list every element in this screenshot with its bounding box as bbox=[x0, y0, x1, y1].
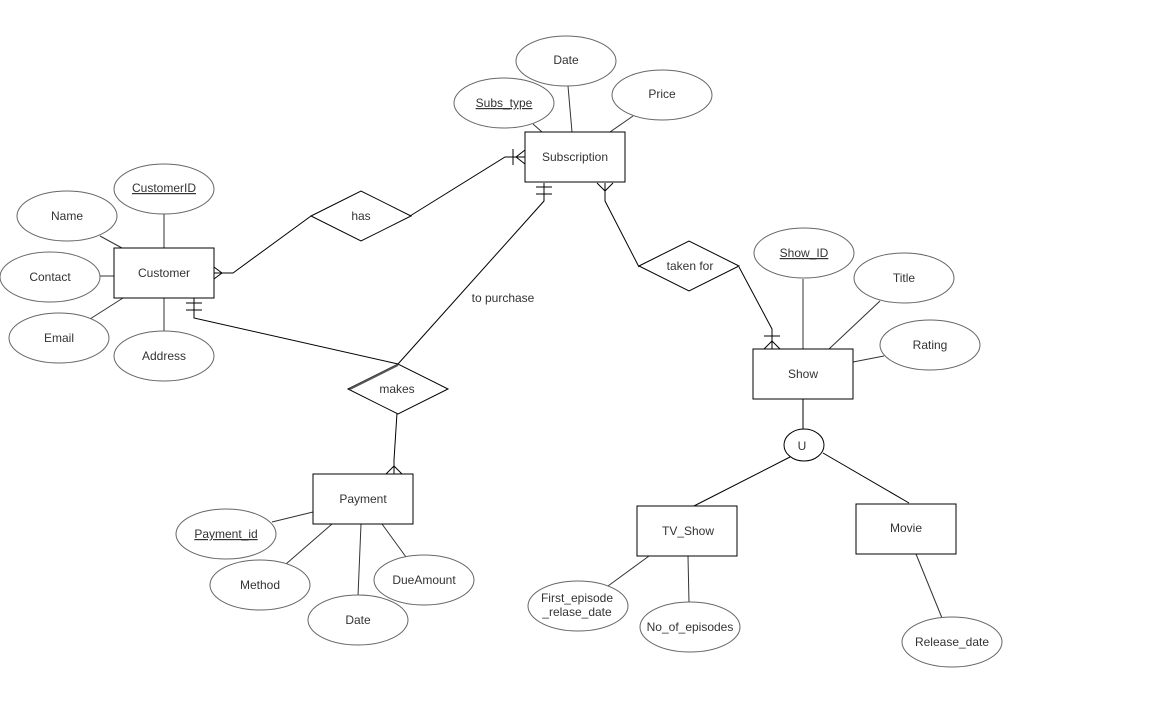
attribute-dueamount-label: DueAmount bbox=[392, 573, 456, 587]
attribute-first-episode-line2: _relase_date bbox=[541, 605, 612, 619]
attribute-method[interactable]: Method bbox=[209, 559, 311, 611]
edge-payment-date bbox=[357, 523, 362, 597]
specialization-union-symbol: U bbox=[798, 439, 807, 453]
edge-customer-makes bbox=[193, 298, 399, 365]
attribute-contact[interactable]: Contact bbox=[0, 251, 101, 303]
entity-subscription-label: Subscription bbox=[542, 150, 608, 164]
edge-show-rating bbox=[852, 355, 885, 363]
attribute-price[interactable]: Price bbox=[611, 69, 713, 121]
attribute-rating[interactable]: Rating bbox=[879, 319, 981, 371]
attribute-dueamount[interactable]: DueAmount bbox=[373, 554, 475, 606]
attribute-substype[interactable]: Subs_type bbox=[453, 77, 555, 129]
attribute-price-label: Price bbox=[648, 87, 676, 101]
entity-payment[interactable]: Payment bbox=[312, 473, 414, 525]
entity-movie-label: Movie bbox=[890, 521, 922, 535]
edge-payment-method bbox=[285, 523, 333, 565]
edge-movie-releasedate bbox=[915, 553, 943, 619]
attribute-method-label: Method bbox=[240, 578, 280, 592]
attribute-releasedate[interactable]: Release_date bbox=[901, 616, 1003, 668]
edge-customer-has bbox=[214, 215, 312, 274]
attribute-name-label: Name bbox=[51, 209, 83, 223]
edge-subscription-date bbox=[567, 85, 573, 133]
attribute-address[interactable]: Address bbox=[113, 330, 215, 382]
edge-union-tvshow bbox=[689, 456, 791, 509]
edge-subscription-takenfor bbox=[604, 183, 640, 268]
relationship-taken-for[interactable]: taken for bbox=[637, 240, 741, 292]
attribute-payment-date-label: Date bbox=[345, 613, 371, 627]
attribute-customerid[interactable]: CustomerID bbox=[113, 163, 215, 215]
attribute-first-episode-release-date[interactable]: First_episode _relase_date bbox=[527, 580, 629, 632]
entity-customer-label: Customer bbox=[138, 266, 190, 280]
attribute-noofepisodes[interactable]: No_of_episodes bbox=[639, 601, 741, 653]
relationship-has-label: has bbox=[351, 209, 370, 223]
edge-makes-payment bbox=[393, 412, 398, 474]
attribute-substype-label: Subs_type bbox=[476, 96, 533, 110]
entity-subscription[interactable]: Subscription bbox=[524, 131, 626, 183]
edge-customer-name bbox=[99, 235, 123, 249]
edge-payment-paymentid bbox=[271, 511, 314, 523]
edge-union-movie bbox=[822, 452, 910, 504]
edge-tvshow-noofepisodes bbox=[687, 555, 690, 604]
edge-label-to-purchase: to purchase bbox=[472, 291, 535, 305]
edge-takenfor-show bbox=[738, 266, 773, 349]
relationship-taken-for-label: taken for bbox=[667, 259, 714, 273]
attribute-releasedate-label: Release_date bbox=[915, 635, 989, 649]
attribute-address-label: Address bbox=[142, 349, 186, 363]
attribute-showid-label: Show_ID bbox=[780, 246, 829, 260]
edge-tvshow-firstepisode bbox=[607, 555, 650, 587]
attribute-contact-label: Contact bbox=[29, 270, 71, 284]
attribute-payment-date[interactable]: Date bbox=[307, 594, 409, 646]
attribute-email-label: Email bbox=[44, 331, 74, 345]
attribute-email[interactable]: Email bbox=[8, 312, 110, 364]
relationship-makes[interactable]: makes bbox=[346, 363, 450, 415]
attribute-name[interactable]: Name bbox=[16, 190, 118, 242]
attribute-noofepisodes-label: No_of_episodes bbox=[647, 620, 734, 634]
attribute-subscription-date-label: Date bbox=[553, 53, 579, 67]
attribute-paymentid-label: Payment_id bbox=[194, 527, 257, 541]
attribute-subscription-date[interactable]: Date bbox=[515, 35, 617, 87]
attribute-showid[interactable]: Show_ID bbox=[753, 227, 855, 279]
edge-subscription-substype bbox=[532, 123, 543, 133]
entity-show-label: Show bbox=[788, 367, 818, 381]
entity-tvshow-label: TV_Show bbox=[662, 524, 714, 538]
edge-customer-email bbox=[89, 297, 124, 320]
entity-movie[interactable]: Movie bbox=[855, 503, 957, 555]
specialization-union[interactable]: U bbox=[783, 428, 825, 462]
edge-subscription-price bbox=[609, 115, 634, 133]
attribute-title[interactable]: Title bbox=[853, 252, 955, 304]
entity-show[interactable]: Show bbox=[752, 348, 854, 400]
attribute-title-label: Title bbox=[893, 271, 916, 285]
er-diagram-canvas: to purchase Customer CustomerID Name Con… bbox=[0, 35, 1003, 668]
relationship-has[interactable]: has bbox=[309, 190, 413, 242]
attribute-rating-label: Rating bbox=[913, 338, 948, 352]
entity-payment-label: Payment bbox=[339, 492, 387, 506]
entity-tvshow[interactable]: TV_Show bbox=[636, 505, 738, 557]
entity-customer[interactable]: Customer bbox=[113, 247, 215, 299]
edge-has-subscription bbox=[409, 156, 525, 217]
attribute-customerid-label: CustomerID bbox=[132, 181, 196, 195]
edge-show-title bbox=[828, 300, 881, 350]
relationship-makes-label: makes bbox=[379, 382, 414, 396]
attribute-first-episode-line1: First_episode bbox=[541, 591, 613, 605]
attribute-paymentid[interactable]: Payment_id bbox=[175, 508, 277, 560]
edge-payment-dueamount bbox=[381, 523, 407, 558]
